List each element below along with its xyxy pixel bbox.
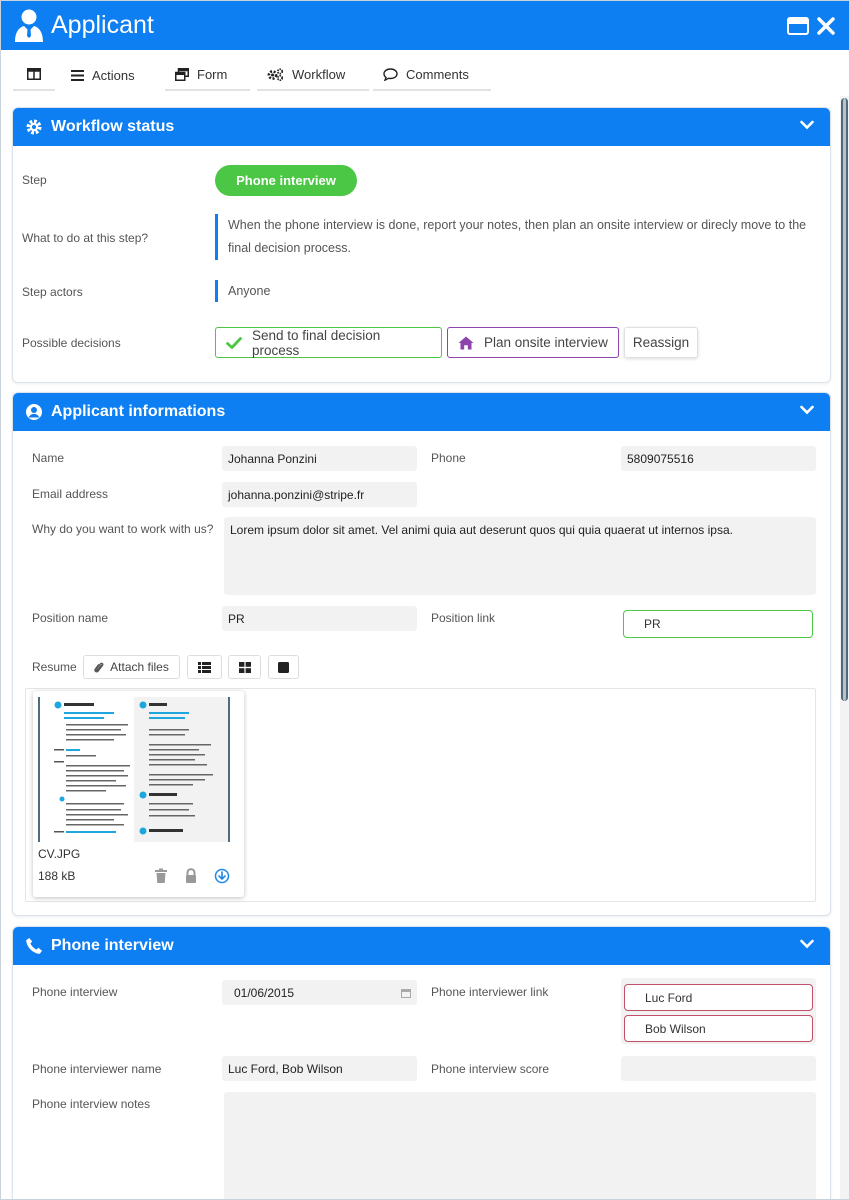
close-icon[interactable] <box>815 15 837 37</box>
phone-label: Phone <box>431 451 466 465</box>
phone-interview-title: Phone interview <box>51 937 174 954</box>
form-tab[interactable]: Form <box>165 59 250 91</box>
calendar-icon[interactable] <box>401 988 411 998</box>
phone-interview-panel: Phone interview Phone interview 01/06/20… <box>12 926 831 1199</box>
phone-field[interactable]: 5809075516 <box>621 446 816 471</box>
phone-interview-header[interactable]: Phone interview <box>13 927 830 965</box>
email-field[interactable]: johanna.ponzini@stripe.fr <box>222 482 417 507</box>
cogs-icon <box>267 67 284 81</box>
large-view-button[interactable] <box>268 655 299 679</box>
vertical-scrollbar[interactable] <box>840 96 849 1199</box>
check-icon <box>226 336 242 349</box>
reassign-button[interactable]: Reassign <box>624 327 698 358</box>
window-title: Applicant <box>51 11 154 39</box>
resume-label: Resume <box>32 660 77 674</box>
cv-thumbnail[interactable] <box>38 697 230 842</box>
send-to-final-decision-label: Send to final decision process <box>251 327 381 358</box>
hamburger-icon <box>71 69 84 81</box>
file-name: CV.JPG <box>38 847 81 861</box>
current-step-badge: Phone interview <box>215 165 357 196</box>
step-label: Step <box>22 173 47 187</box>
phone-interview-date-field[interactable]: 01/06/2015 <box>222 980 417 1005</box>
name-field[interactable]: Johanna Ponzini <box>222 446 417 471</box>
phone-interview-date-label: Phone interview <box>32 985 118 999</box>
title-bar: Applicant <box>1 1 849 50</box>
phone-interview-score-field[interactable] <box>621 1056 816 1081</box>
layout-toggle-button[interactable] <box>13 59 55 91</box>
grid-icon <box>238 661 251 673</box>
comments-label: Comments <box>406 66 469 82</box>
phone-interviewer-name-label: Phone interviewer name <box>32 1062 162 1076</box>
name-label: Name <box>32 451 65 465</box>
decisions-label: Possible decisions <box>22 336 121 350</box>
phone-interview-notes-label: Phone interview notes <box>32 1097 151 1111</box>
applicant-informations-header[interactable]: Applicant informations <box>13 393 830 431</box>
file-card[interactable]: CV.JPG 188 kB <box>33 691 244 897</box>
actions-menu-button[interactable]: Actions <box>61 59 156 91</box>
home-icon <box>458 336 474 349</box>
actors-text: Anyone <box>215 280 270 302</box>
phone-interview-score-label: Phone interview score <box>431 1062 550 1076</box>
position-name-label: Position name <box>32 611 109 625</box>
workflow-tab[interactable]: Workflow <box>257 59 369 91</box>
phone-interviewer-name-field[interactable]: Luc Ford, Bob Wilson <box>222 1056 417 1081</box>
actors-label: Step actors <box>22 285 83 299</box>
windows-icon <box>175 67 189 81</box>
form-label: Form <box>197 66 228 82</box>
file-size: 188 kB <box>38 869 76 883</box>
grid-view-button[interactable] <box>228 655 261 679</box>
maximize-icon[interactable] <box>787 15 809 37</box>
email-label: Email address <box>32 487 109 501</box>
user-circle-icon <box>26 404 42 420</box>
interviewer-chip-bob-wilson[interactable]: Bob Wilson <box>624 1015 813 1042</box>
applicant-window: Applicant Actions Form Workflow Comments… <box>0 0 850 1200</box>
applicant-informations-panel: Applicant informations Name Johanna Ponz… <box>12 392 831 916</box>
square-icon <box>278 661 289 673</box>
cv-preview-image <box>54 697 228 842</box>
workflow-label: Workflow <box>292 66 346 82</box>
scrollbar-thumb[interactable] <box>841 98 848 701</box>
list-view-button[interactable] <box>187 655 222 679</box>
phone-interviewer-link-label: Phone interviewer link <box>431 985 549 999</box>
download-icon[interactable] <box>214 868 230 884</box>
position-link-chip[interactable]: PR <box>623 610 813 638</box>
plan-onsite-interview-label: Plan onsite interview <box>484 335 608 350</box>
comment-icon <box>383 67 398 81</box>
chevron-down-icon[interactable] <box>800 405 814 415</box>
layout-icon <box>27 68 41 80</box>
position-link-label: Position link <box>431 611 496 625</box>
why-label: Why do you want to work with us? <box>32 522 214 536</box>
lock-icon[interactable] <box>183 868 199 884</box>
comments-tab[interactable]: Comments <box>373 59 491 91</box>
trash-icon[interactable] <box>153 868 169 884</box>
chevron-down-icon[interactable] <box>800 939 814 949</box>
phone-icon <box>26 938 42 954</box>
attach-files-label: Attach files <box>110 660 169 674</box>
gear-icon <box>26 119 42 135</box>
paperclip-icon <box>94 662 104 672</box>
position-name-field[interactable]: PR <box>222 606 417 631</box>
list-icon <box>198 661 211 673</box>
send-to-final-decision-button[interactable]: Send to final decision process <box>215 327 442 358</box>
actions-label: Actions <box>92 67 135 83</box>
phone-interview-date-value: 01/06/2015 <box>234 985 295 1000</box>
todo-label: What to do at this step? <box>22 231 149 245</box>
toolbar: Actions Form Workflow Comments <box>1 50 849 96</box>
user-icon <box>15 9 43 42</box>
phone-interview-notes-textarea[interactable] <box>224 1092 816 1199</box>
workflow-status-panel: Workflow status Step Phone interview Wha… <box>12 107 831 383</box>
workflow-status-header[interactable]: Workflow status <box>13 108 830 146</box>
workflow-status-title: Workflow status <box>51 118 175 135</box>
todo-text: When the phone interview is done, report… <box>215 214 820 260</box>
applicant-informations-title: Applicant informations <box>51 403 226 420</box>
why-textarea[interactable]: Lorem ipsum dolor sit amet. Vel animi qu… <box>224 517 816 595</box>
plan-onsite-interview-button[interactable]: Plan onsite interview <box>447 327 619 358</box>
chevron-down-icon[interactable] <box>800 120 814 130</box>
interviewer-chip-luc-ford[interactable]: Luc Ford <box>624 984 813 1011</box>
attach-files-button[interactable]: Attach files <box>83 655 180 679</box>
